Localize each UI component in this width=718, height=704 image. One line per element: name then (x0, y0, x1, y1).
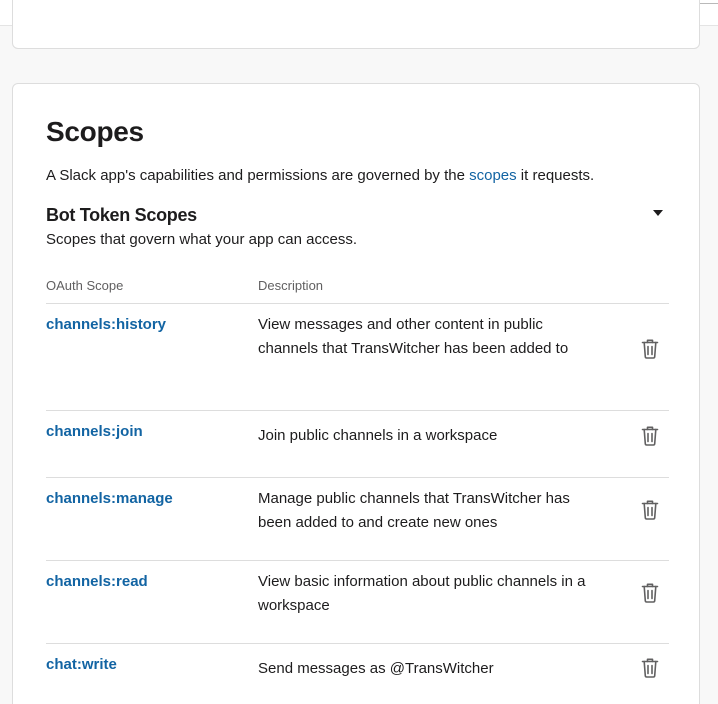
caret-down-icon[interactable] (653, 210, 663, 216)
scope-description: Join public channels in a workspace (258, 427, 498, 444)
scope-description: Manage public channels that TransWitcher… (258, 490, 570, 531)
scopes-intro: A Slack app's capabilities and permissio… (46, 167, 594, 184)
trash-icon[interactable] (640, 582, 660, 604)
intro-text: A Slack app's capabilities and permissio… (46, 167, 470, 184)
scope-description: View messages and other content in publi… (258, 316, 569, 357)
table-row: channels:history View messages and other… (46, 303, 669, 410)
scope-name[interactable]: channels:history (46, 316, 166, 333)
bot-token-scopes-title: Bot Token Scopes (46, 205, 197, 225)
trash-icon[interactable] (640, 657, 660, 679)
table-row: chat:write Send messages as @TransWitche… (46, 643, 669, 704)
previous-section-card (12, 0, 700, 49)
bot-token-scopes-description: Scopes that govern what your app can acc… (46, 231, 358, 248)
trash-icon[interactable] (640, 425, 660, 447)
scopes-link[interactable]: scopes (469, 167, 517, 184)
table-row: channels:join Join public channels in a … (46, 410, 669, 477)
scope-name[interactable]: channels:join (46, 423, 143, 440)
scope-description: View basic information about public chan… (258, 573, 586, 614)
scopes-card: Scopes A Slack app's capabilities and pe… (12, 83, 700, 704)
table-row: channels:read View basic information abo… (46, 560, 669, 643)
column-header-description: Description (258, 278, 324, 293)
scope-name[interactable]: channels:read (46, 573, 148, 590)
scope-name[interactable]: channels:manage (46, 490, 173, 507)
table-row: channels:manage Manage public channels t… (46, 477, 669, 560)
trash-icon[interactable] (640, 338, 660, 360)
scopes-table: channels:history View messages and other… (46, 303, 669, 704)
trash-icon[interactable] (640, 499, 660, 521)
intro-text-end: it requests. (516, 167, 595, 184)
scope-description: Send messages as @TransWitcher (258, 660, 494, 677)
column-header-oauth-scope: OAuth Scope (46, 278, 124, 293)
scope-name[interactable]: chat:write (46, 656, 117, 673)
page-title: Scopes (46, 116, 144, 147)
